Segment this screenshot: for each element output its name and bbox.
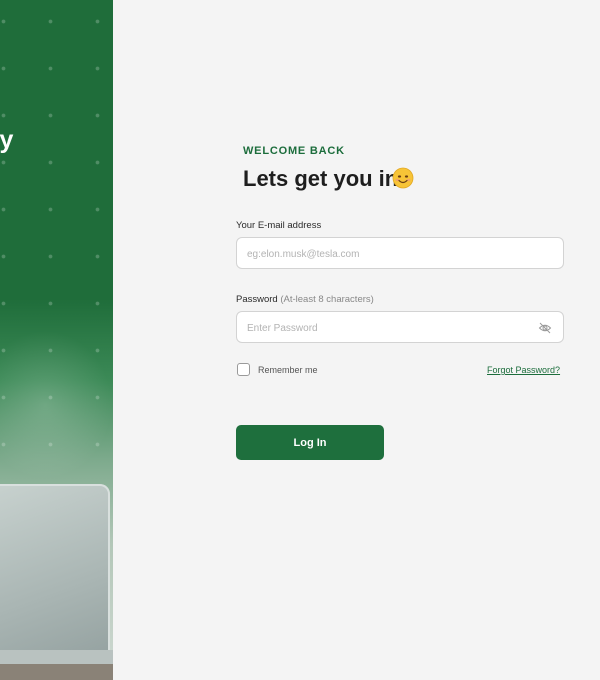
email-label: Your E-mail address <box>236 220 322 231</box>
remember-me-label: Remember me <box>258 364 318 375</box>
hero-title: rney <box>0 126 14 154</box>
password-label-text: Password <box>236 294 278 305</box>
remember-me: Remember me <box>237 363 318 376</box>
remember-me-checkbox[interactable] <box>237 363 250 376</box>
password-field[interactable] <box>245 312 529 344</box>
page-title: Lets get you in <box>243 166 399 191</box>
forgot-password-link[interactable]: Forgot Password? <box>487 365 560 375</box>
eye-off-icon[interactable] <box>538 321 552 335</box>
email-field-container <box>236 237 564 270</box>
login-button[interactable]: Log In <box>236 425 384 460</box>
password-label: Password (At-least 8 characters) <box>236 294 374 305</box>
hero-panel: rney eve <box>0 0 113 680</box>
email-field[interactable] <box>245 238 529 270</box>
hero-laptop-image <box>0 484 110 664</box>
password-field-container <box>236 311 564 344</box>
hero-laptop-base <box>0 650 113 664</box>
password-hint: (At-least 8 characters) <box>280 294 374 305</box>
hero-desk <box>0 664 113 680</box>
welcome-label: WELCOME BACK <box>243 145 345 157</box>
smiling-face-icon <box>392 167 414 189</box>
